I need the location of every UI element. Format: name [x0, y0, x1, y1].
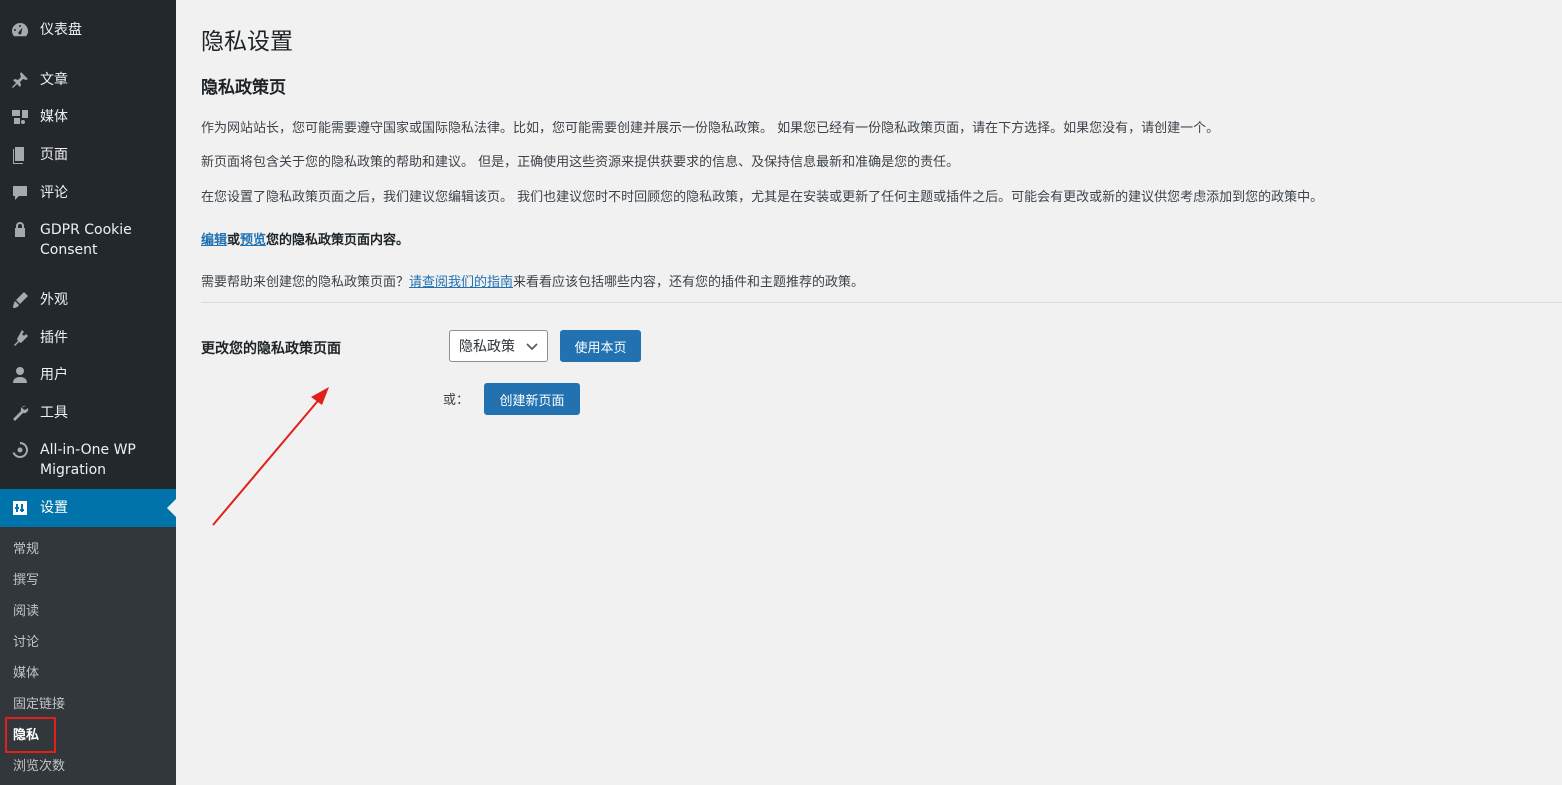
- sidebar-item-plugins[interactable]: 插件: [0, 328, 176, 348]
- edit-link[interactable]: 编辑: [201, 233, 227, 248]
- preview-link[interactable]: 预览: [240, 233, 266, 248]
- sidebar-item-label: 工具: [40, 405, 68, 421]
- submenu-item-reading[interactable]: 阅读: [13, 603, 39, 621]
- pin-icon: [10, 70, 30, 90]
- sidebar-item-gdpr[interactable]: GDPR Cookie Consent: [0, 220, 176, 260]
- sidebar-item-label: All-in-One WP Migration: [40, 442, 136, 478]
- sidebar-item-label: 评论: [40, 185, 68, 201]
- user-icon: [10, 365, 30, 385]
- edit-preview-line: 编辑或预览您的隐私政策页面内容。: [201, 229, 409, 248]
- sidebar-item-tools[interactable]: 工具: [0, 403, 176, 423]
- plugin-icon: [10, 328, 30, 348]
- submenu-item-writing[interactable]: 撰写: [13, 572, 39, 590]
- section-divider: [201, 302, 1562, 303]
- dashboard-icon: [10, 20, 30, 40]
- or-label: 或：: [443, 393, 470, 408]
- create-page-button[interactable]: 创建新页面: [484, 383, 580, 415]
- section-title: 隐私政策页: [201, 78, 286, 98]
- migration-icon: [10, 440, 30, 460]
- sidebar-item-dashboard[interactable]: 仪表盘: [0, 20, 176, 40]
- submenu-item-permalinks[interactable]: 固定链接: [13, 696, 65, 714]
- edit-or-text: 或: [227, 233, 241, 248]
- current-indicator: [167, 499, 176, 517]
- wrench-icon: [10, 403, 30, 423]
- guide-link[interactable]: 请查阅我们的指南: [409, 275, 513, 290]
- submenu-item-general[interactable]: 常规: [13, 541, 39, 559]
- media-icon: [10, 107, 30, 127]
- brush-icon: [10, 290, 30, 310]
- page-title: 隐私设置: [201, 29, 293, 55]
- annotation-highlight-box: [5, 717, 56, 753]
- admin-sidebar: 仪表盘 文章 媒体 页面 评论 GDPR Cookie Consent 外观 插…: [0, 0, 176, 785]
- sidebar-item-users[interactable]: 用户: [0, 365, 176, 385]
- sidebar-item-label: 媒体: [40, 109, 68, 125]
- guide-paragraph: 需要帮助来创建您的隐私政策页面？请查阅我们的指南来看看应该包括哪些内容，还有您的…: [201, 271, 864, 290]
- select-value: 隐私政策: [459, 339, 515, 355]
- sidebar-item-label: 设置: [40, 500, 68, 516]
- sidebar-item-label: 用户: [40, 367, 68, 383]
- change-page-label: 更改您的隐私政策页面: [201, 341, 341, 357]
- sidebar-item-posts[interactable]: 文章: [0, 70, 176, 90]
- use-page-button[interactable]: 使用本页: [560, 330, 641, 362]
- submenu-item-discussion[interactable]: 讨论: [13, 634, 39, 652]
- intro-paragraph: 作为网站站长，您可能需要遵守国家或国际隐私法律。比如，您可能需要创建并展示一份隐…: [201, 121, 1220, 136]
- sidebar-item-appearance[interactable]: 外观: [0, 290, 176, 310]
- sidebar-item-comments[interactable]: 评论: [0, 183, 176, 203]
- main-content: 隐私设置 隐私政策页 作为网站站长，您可能需要遵守国家或国际隐私法律。比如，您可…: [176, 0, 1562, 785]
- comment-icon: [10, 183, 30, 203]
- sidebar-item-settings[interactable]: 设置: [0, 489, 176, 527]
- sidebar-item-label: 外观: [40, 292, 68, 308]
- submenu-item-views[interactable]: 浏览次数: [13, 758, 65, 776]
- sidebar-item-pages[interactable]: 页面: [0, 145, 176, 165]
- sidebar-item-label: 仪表盘: [40, 22, 82, 38]
- sidebar-item-label: 文章: [40, 72, 68, 88]
- help-paragraph: 新页面将包含关于您的隐私政策的帮助和建议。 但是，正确使用这些资源来提供获要求的…: [201, 155, 960, 170]
- sidebar-item-label: GDPR Cookie Consent: [40, 222, 132, 258]
- sidebar-item-migration[interactable]: All-in-One WP Migration: [0, 440, 176, 480]
- settings-icon: [10, 498, 30, 518]
- lock-icon: [10, 220, 30, 240]
- sidebar-item-media[interactable]: 媒体: [0, 107, 176, 127]
- recommendation-paragraph: 在您设置了隐私政策页面之后，我们建议您编辑该页。 我们也建议您时不时回顾您的隐私…: [201, 190, 1324, 205]
- guide-prefix-text: 需要帮助来创建您的隐私政策页面？: [201, 275, 410, 290]
- sidebar-item-label: 插件: [40, 330, 68, 346]
- submenu-item-media[interactable]: 媒体: [13, 665, 39, 683]
- chevron-down-icon: [526, 343, 538, 351]
- guide-suffix-text: 来看看应该包括哪些内容，还有您的插件和主题推荐的政策。: [513, 275, 865, 290]
- sidebar-item-label: 页面: [40, 147, 68, 163]
- page-icon: [10, 145, 30, 165]
- privacy-page-select[interactable]: 隐私政策: [449, 330, 548, 362]
- edit-suffix-text: 您的隐私政策页面内容。: [266, 233, 410, 248]
